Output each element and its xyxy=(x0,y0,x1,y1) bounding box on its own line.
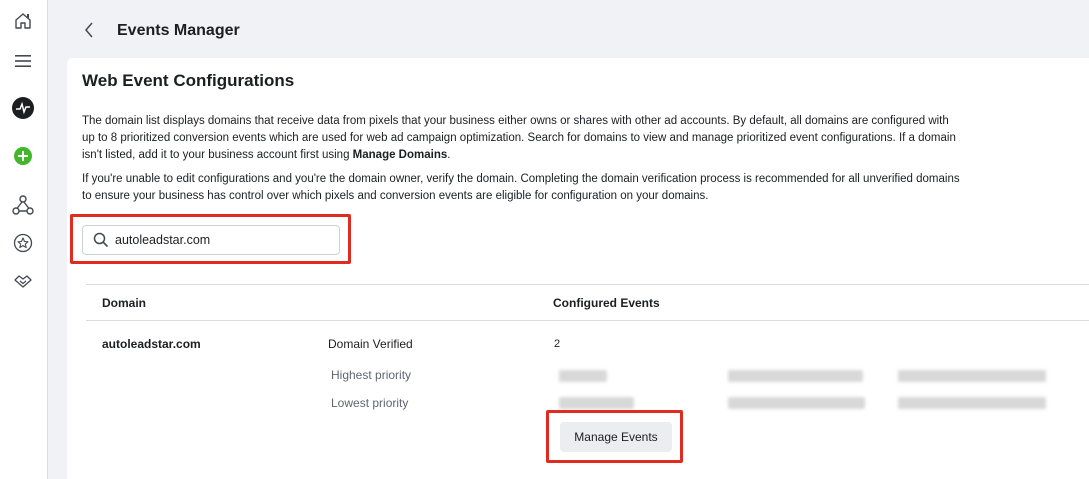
description-end: . xyxy=(447,149,451,161)
table-top-divider xyxy=(86,284,1089,285)
description-paragraph-2: If you're unable to edit configurations … xyxy=(82,173,960,202)
lowest-priority-label: Lowest priority xyxy=(331,396,409,410)
row-event-count: 2 xyxy=(554,338,561,350)
table-header-divider xyxy=(86,320,1089,321)
section-title: Web Event Configurations xyxy=(82,71,295,90)
row-verification-status: Domain Verified xyxy=(328,337,413,351)
menu-icon[interactable] xyxy=(10,48,36,74)
redacted-event-lowest-2 xyxy=(728,397,865,409)
chevron-left-icon xyxy=(84,22,94,43)
row-domain: autoleadstar.com xyxy=(102,337,201,351)
back-button[interactable] xyxy=(80,20,98,44)
redacted-event-highest xyxy=(559,370,607,382)
left-nav-rail xyxy=(0,0,48,479)
highest-priority-label: Highest priority xyxy=(331,368,412,382)
favorites-icon[interactable] xyxy=(10,230,36,256)
events-icon[interactable] xyxy=(10,192,36,218)
redacted-event-highest-2 xyxy=(728,370,863,382)
redacted-event-lowest xyxy=(559,397,634,409)
domain-search[interactable] xyxy=(82,225,340,255)
description-text: The domain list displays domains that re… xyxy=(82,115,956,161)
manage-domains-link[interactable]: Manage Domains xyxy=(353,149,448,161)
redacted-event-highest-3 xyxy=(898,370,1046,382)
search-icon xyxy=(93,232,109,248)
redacted-event-lowest-3 xyxy=(898,397,1046,409)
analytics-icon[interactable] xyxy=(10,95,36,121)
column-header-configured-events: Configured Events xyxy=(553,296,660,310)
search-input[interactable] xyxy=(115,233,315,247)
partners-icon[interactable] xyxy=(10,268,36,294)
home-icon[interactable] xyxy=(10,8,36,34)
column-header-domain: Domain xyxy=(102,296,147,310)
manage-events-button[interactable]: Manage Events xyxy=(560,422,672,452)
create-icon[interactable] xyxy=(10,143,36,169)
page-title: Events Manager xyxy=(117,22,240,39)
description-paragraph-1: The domain list displays domains that re… xyxy=(82,113,962,164)
